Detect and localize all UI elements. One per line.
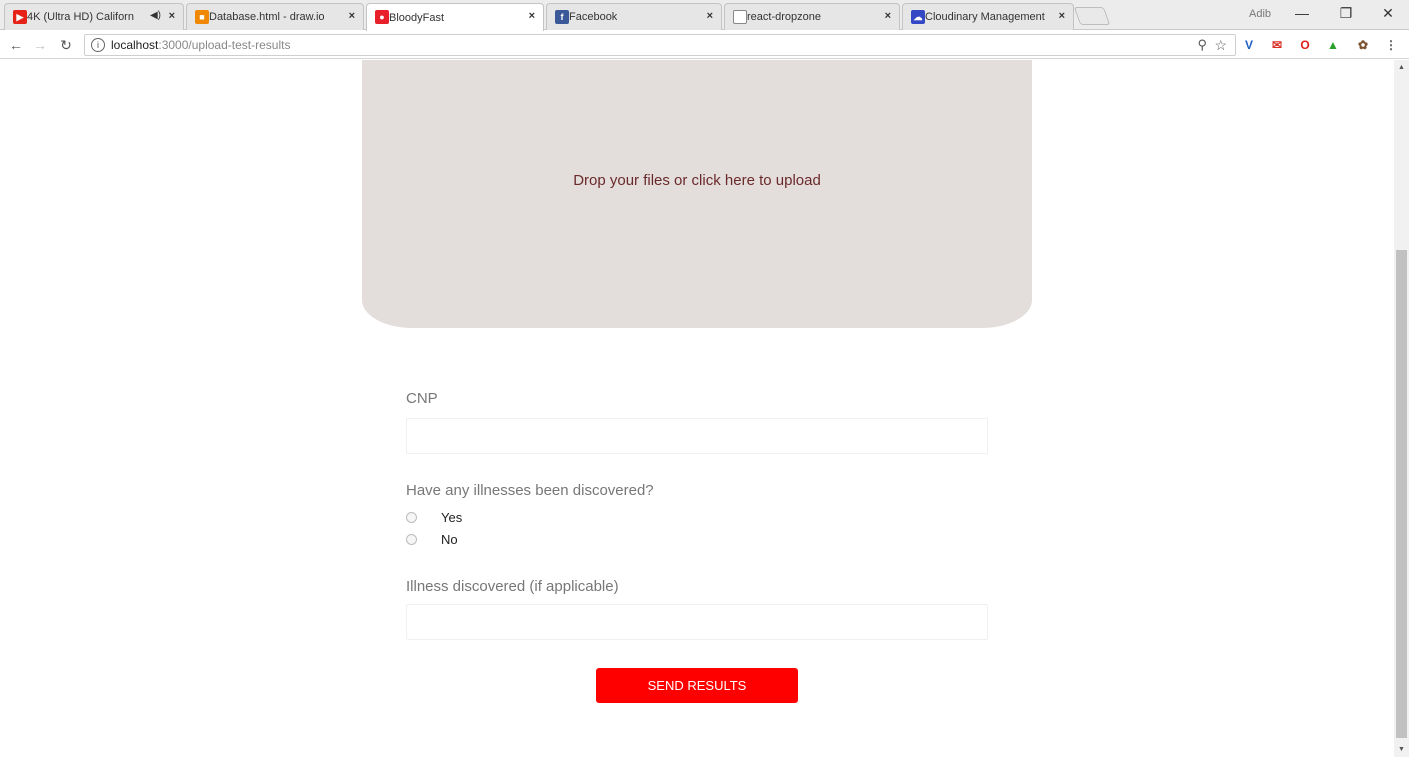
- close-icon[interactable]: ×: [169, 10, 175, 22]
- new-ext-icon[interactable]: ▲: [1324, 36, 1342, 54]
- opera-icon[interactable]: O: [1296, 36, 1314, 54]
- paw-icon[interactable]: ✿: [1354, 36, 1372, 54]
- zoom-icon[interactable]: ⚲: [1197, 37, 1207, 53]
- tab-drawio[interactable]: ■ Database.html - draw.io ×: [186, 3, 364, 30]
- tab-title: Database.html - draw.io: [209, 11, 325, 23]
- url-text: localhost:3000/upload-test-results: [111, 38, 290, 52]
- bookmark-star-icon[interactable]: ☆: [1214, 37, 1227, 54]
- scroll-up-icon[interactable]: ▲: [1394, 64, 1409, 71]
- tab-youtube[interactable]: ▶ 4K (Ultra HD) Californ ◀) ×: [4, 3, 184, 30]
- cnp-input[interactable]: [406, 418, 988, 454]
- dropzone-text: Drop your files or click here to upload: [573, 172, 821, 189]
- facebook-icon: f: [555, 10, 569, 24]
- page-scrollbar[interactable]: ▲ ▼: [1394, 60, 1409, 757]
- menu-icon[interactable]: ⋮: [1382, 36, 1400, 54]
- radio-button[interactable]: [406, 534, 417, 545]
- page-viewport: Drop your files or click here to upload …: [0, 60, 1394, 757]
- close-icon[interactable]: ×: [885, 10, 891, 22]
- gmail-icon[interactable]: ✉: [1268, 36, 1286, 54]
- scroll-down-icon[interactable]: ▼: [1394, 746, 1409, 753]
- address-bar[interactable]: i localhost:3000/upload-test-results ⚲ ☆: [84, 34, 1236, 56]
- illness-input[interactable]: [406, 604, 988, 640]
- illness-label: Illness discovered (if applicable): [406, 578, 619, 595]
- back-icon[interactable]: ←: [6, 35, 26, 55]
- radio-button[interactable]: [406, 512, 417, 523]
- profile-label[interactable]: Adib: [1249, 8, 1271, 20]
- tab-title: BloodyFast: [389, 11, 445, 24]
- info-icon[interactable]: i: [91, 38, 105, 52]
- page-icon: [733, 10, 747, 24]
- tab-title: Facebook: [569, 11, 618, 23]
- tab-title: react-dropzone: [747, 11, 821, 23]
- tab-react-dropzone[interactable]: react-dropzone ×: [724, 3, 900, 30]
- radio-yes[interactable]: Yes: [406, 510, 462, 525]
- browser-tab-strip: ▶ 4K (Ultra HD) Californ ◀) × ■ Database…: [0, 0, 1409, 31]
- tab-bloodyfast[interactable]: ● BloodyFast ×: [366, 3, 544, 31]
- scrollbar-thumb[interactable]: [1396, 250, 1407, 738]
- window-close-icon[interactable]: ✕: [1366, 0, 1409, 26]
- illness-question-label: Have any illnesses been discovered?: [406, 482, 654, 499]
- minimize-icon[interactable]: —: [1280, 0, 1324, 26]
- audio-icon[interactable]: ◀): [150, 10, 161, 21]
- cnp-label: CNP: [406, 390, 438, 407]
- radio-no[interactable]: No: [406, 532, 458, 547]
- bloodyfast-icon: ●: [375, 10, 389, 24]
- tab-title: Cloudinary Management: [925, 11, 1045, 23]
- new-tab-button[interactable]: [1073, 7, 1111, 25]
- radio-label-yes: Yes: [441, 510, 463, 525]
- file-dropzone[interactable]: Drop your files or click here to upload: [362, 60, 1032, 328]
- send-results-button[interactable]: SEND RESULTS: [596, 668, 798, 703]
- tab-title: 4K (Ultra HD) Californ: [27, 11, 134, 23]
- close-icon[interactable]: ×: [529, 10, 535, 22]
- tab-cloudinary[interactable]: ☁ Cloudinary Management ×: [902, 3, 1074, 30]
- cloudinary-icon: ☁: [911, 10, 925, 24]
- drawio-icon: ■: [195, 10, 209, 24]
- restore-icon[interactable]: ❐: [1324, 0, 1368, 26]
- vimium-icon[interactable]: V: [1240, 36, 1258, 54]
- close-icon[interactable]: ×: [1059, 10, 1065, 22]
- reload-icon[interactable]: ↻: [56, 35, 76, 55]
- tab-facebook[interactable]: f Facebook ×: [546, 3, 722, 30]
- close-icon[interactable]: ×: [707, 10, 713, 22]
- url-host: localhost: [111, 38, 159, 52]
- radio-label-no: No: [441, 532, 458, 547]
- forward-icon[interactable]: →: [30, 35, 50, 55]
- browser-toolbar: ← → ↻ i localhost:3000/upload-test-resul…: [0, 31, 1409, 59]
- youtube-icon: ▶: [13, 10, 27, 24]
- close-icon[interactable]: ×: [349, 10, 355, 22]
- url-path: :3000/upload-test-results: [158, 38, 291, 52]
